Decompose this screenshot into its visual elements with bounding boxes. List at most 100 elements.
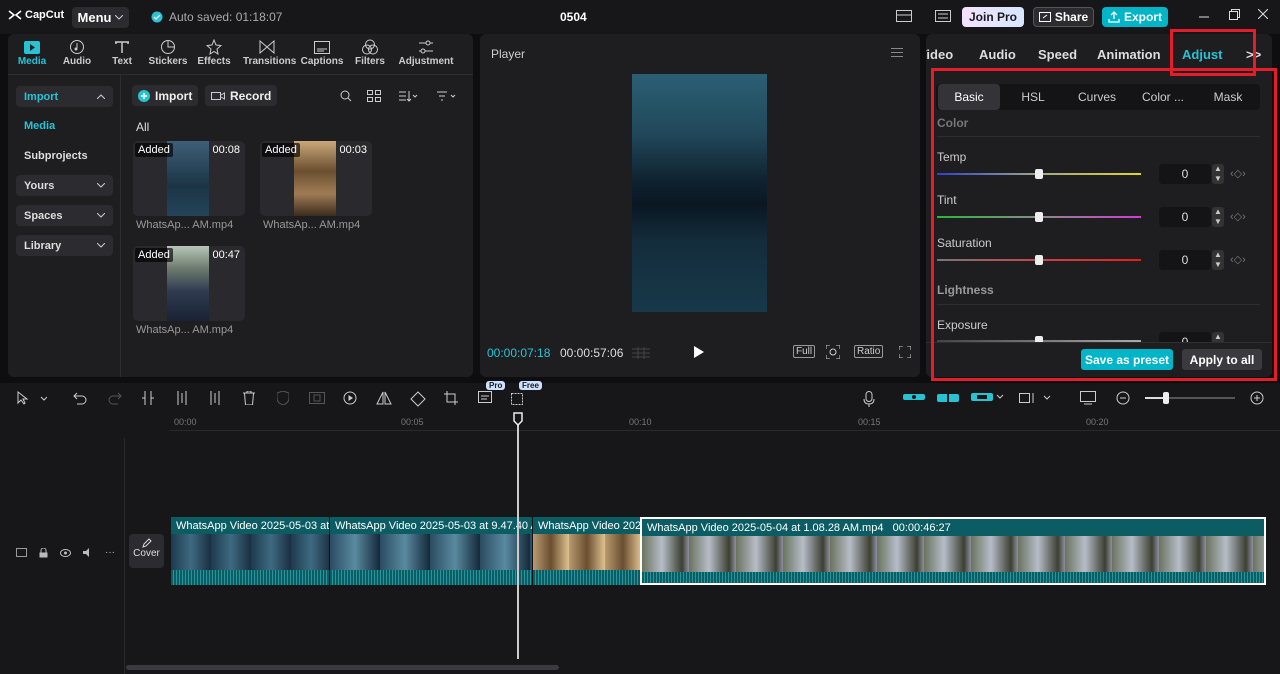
play-icon[interactable] <box>694 346 704 358</box>
auto-captions-icon[interactable] <box>478 391 494 405</box>
split-right-icon[interactable] <box>209 391 221 405</box>
tab-captions[interactable]: Captions <box>298 38 346 67</box>
sidebar-spaces[interactable]: Spaces <box>16 205 113 226</box>
zoom-fit-icon[interactable] <box>826 345 840 359</box>
video-preview[interactable] <box>632 74 767 312</box>
smart-cut-icon[interactable] <box>511 391 527 405</box>
video-preview <box>294 141 336 216</box>
crop-icon[interactable] <box>444 391 458 405</box>
sidebar-yours-label: Yours <box>24 179 55 192</box>
zoom-to-fit-icon[interactable] <box>1080 391 1096 405</box>
zoom-slider-handle[interactable] <box>1163 392 1169 404</box>
full-button[interactable]: Full <box>793 345 816 358</box>
minimize-icon[interactable] <box>1199 9 1209 21</box>
adjustment-icon <box>396 38 456 56</box>
tab-adjustment[interactable]: Adjustment <box>396 38 456 67</box>
zoom-in-icon[interactable] <box>1250 391 1264 405</box>
filter-icon[interactable] <box>436 90 458 102</box>
tab-text[interactable]: Text <box>98 38 146 67</box>
ratio-button[interactable]: Ratio <box>854 345 884 358</box>
keyboard-icon[interactable] <box>935 10 951 22</box>
playhead-handle[interactable] <box>513 412 523 426</box>
timeline-clip[interactable]: WhatsApp Video 2025-05-03 at 9.47.40 A <box>329 517 532 585</box>
magnet-icon[interactable] <box>903 391 925 403</box>
audio-mute-icon[interactable] <box>83 548 93 557</box>
menu-label: Menu <box>77 10 112 25</box>
join-pro-button[interactable]: Join Pro <box>962 7 1024 27</box>
share-button[interactable]: Share <box>1033 7 1094 27</box>
tab-audio[interactable]: Audio <box>53 38 101 67</box>
media-thumbnail[interactable]: Added 00:08 <box>133 141 245 216</box>
timeline-clip[interactable]: WhatsApp Video 202 <box>532 517 640 585</box>
maximize-icon[interactable] <box>1229 9 1240 20</box>
tab-filters-label: Filters <box>354 56 385 67</box>
timeline-clip-selected[interactable]: WhatsApp Video 2025-05-04 at 1.08.28 AM.… <box>640 517 1266 585</box>
record-button[interactable]: Record <box>205 85 278 106</box>
current-time: 00:00:07:18 <box>487 346 551 360</box>
preview-axis-icon[interactable] <box>1019 391 1053 405</box>
tab-video[interactable]: Video <box>926 47 953 62</box>
tab-stickers[interactable]: Stickers <box>144 38 192 67</box>
play-circle-icon[interactable] <box>343 391 357 405</box>
grid-view-icon[interactable] <box>367 90 381 102</box>
lock-icon[interactable] <box>39 547 48 558</box>
menu-button[interactable]: Menu <box>72 7 129 28</box>
media-panel: Media Audio Text Stickers Effects Transi… <box>8 34 473 377</box>
tab-animation[interactable]: Animation <box>1097 47 1161 62</box>
tab-text-label: Text <box>112 56 132 67</box>
shield-icon[interactable] <box>277 391 289 405</box>
tab-audio-settings[interactable]: Audio <box>979 47 1016 62</box>
auto-snap-icon[interactable] <box>937 391 959 405</box>
media-filter-all[interactable]: All <box>136 120 149 134</box>
delete-icon[interactable] <box>243 391 255 405</box>
tab-filters[interactable]: Filters <box>346 38 394 67</box>
hamburger-menu-icon[interactable] <box>891 48 903 57</box>
project-title[interactable]: 0504 <box>560 10 587 24</box>
linkage-icon[interactable] <box>971 391 1007 403</box>
more-options-icon[interactable]: ··· <box>105 547 115 558</box>
sidebar-import[interactable]: Import <box>16 86 113 107</box>
undo-icon[interactable] <box>73 391 87 405</box>
timecode-grid-icon[interactable] <box>632 347 650 359</box>
tab-effects[interactable]: Effects <box>190 38 238 67</box>
sidebar-library[interactable]: Library <box>16 235 113 256</box>
video-preview <box>167 141 209 216</box>
playhead[interactable] <box>517 413 519 659</box>
visibility-icon[interactable] <box>60 548 71 557</box>
sidebar-media[interactable]: Media <box>24 120 55 132</box>
timeline-clip[interactable]: WhatsApp Video 2025-05-03 at <box>171 517 329 585</box>
search-icon[interactable] <box>340 90 352 102</box>
fullscreen-icon[interactable] <box>899 346 911 358</box>
clip-frames <box>171 534 329 570</box>
sort-icon[interactable] <box>398 90 418 102</box>
track-thumbnail-icon[interactable] <box>16 548 27 557</box>
export-button[interactable]: Export <box>1102 7 1168 27</box>
tab-media[interactable]: Media <box>8 38 56 67</box>
split-left-icon[interactable] <box>176 391 188 405</box>
zoom-out-icon[interactable] <box>1116 391 1130 405</box>
media-thumbnail[interactable]: Added 00:03 <box>260 141 372 216</box>
close-icon[interactable] <box>1258 9 1268 19</box>
clip-name: WhatsApp Video 2025-05-03 at <box>176 520 329 532</box>
rotate-icon[interactable] <box>410 391 426 407</box>
mirror-icon[interactable] <box>376 391 392 405</box>
media-thumbnail[interactable]: Added 00:47 <box>133 246 245 321</box>
media-icon <box>8 38 56 56</box>
filters-icon <box>346 38 394 56</box>
microphone-icon[interactable] <box>863 391 875 407</box>
tab-transitions[interactable]: Transitions <box>243 38 296 67</box>
sidebar-subprojects[interactable]: Subprojects <box>24 150 88 162</box>
layout-icon[interactable] <box>896 10 912 22</box>
cover-button[interactable]: Cover <box>129 534 164 568</box>
select-tool-icon[interactable] <box>17 391 47 405</box>
import-button[interactable]: Import <box>132 85 199 106</box>
sidebar-yours[interactable]: Yours <box>16 175 113 196</box>
freeze-icon[interactable] <box>309 391 325 405</box>
horizontal-scrollbar[interactable] <box>126 665 559 670</box>
plus-circle-icon <box>138 89 150 102</box>
redo-icon[interactable] <box>108 391 122 405</box>
split-icon[interactable] <box>142 391 154 405</box>
audio-waveform <box>642 572 1264 583</box>
tab-speed[interactable]: Speed <box>1038 47 1077 62</box>
captions-icon <box>298 38 346 56</box>
